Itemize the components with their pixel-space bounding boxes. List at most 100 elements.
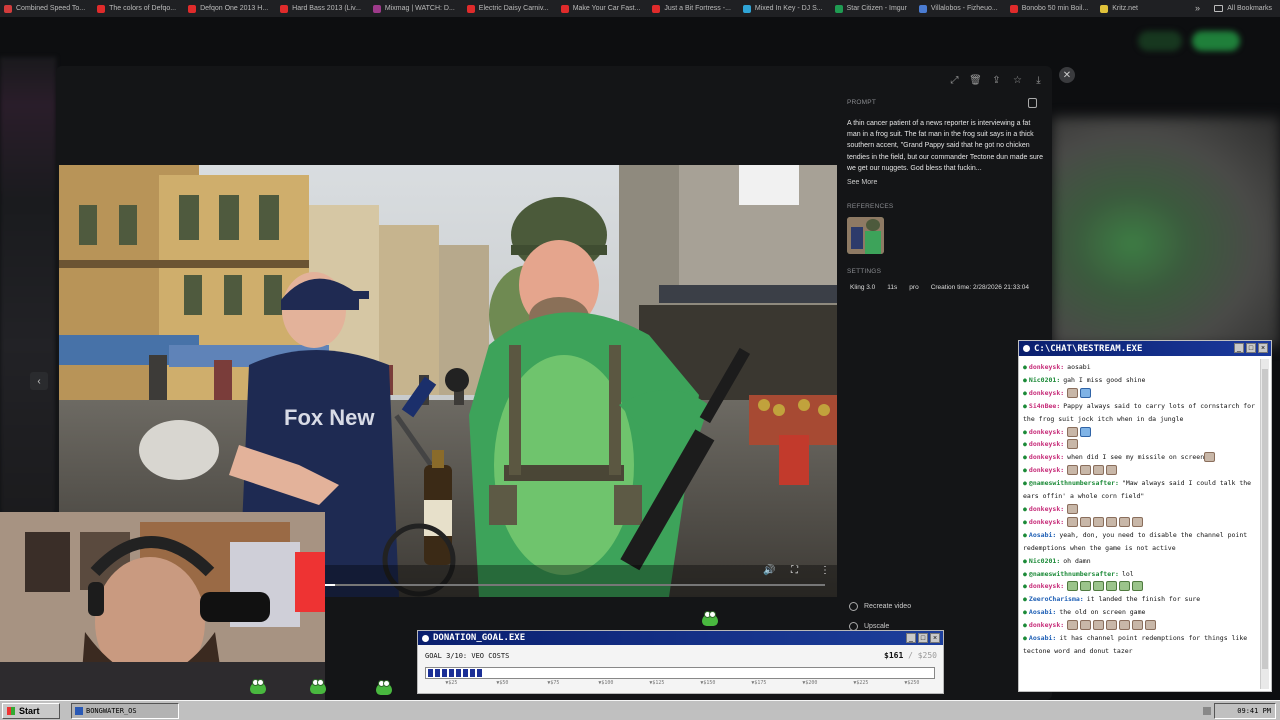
app-icon xyxy=(75,707,83,715)
chat-username[interactable]: donkeysk: xyxy=(1029,363,1064,371)
emote-icon xyxy=(1106,581,1118,592)
copy-icon[interactable] xyxy=(1028,98,1037,108)
bookmarks-overflow-icon[interactable]: » xyxy=(1195,3,1200,13)
start-label: Start xyxy=(19,706,40,716)
donation-tick-label: ▼$200 xyxy=(802,680,818,686)
chat-username[interactable]: Aosabi: xyxy=(1029,531,1056,539)
bookmark-label: Defqon One 2013 H... xyxy=(200,5,269,12)
donation-progress-bar xyxy=(425,667,935,679)
bookmark-item[interactable]: Villalobos - Fizheuo... xyxy=(918,4,998,13)
share-icon[interactable]: ⇪ xyxy=(990,74,1003,87)
bookmark-favicon-icon xyxy=(280,4,289,13)
background-sidebar xyxy=(0,57,56,537)
fullscreen-icon[interactable]: ⛶ xyxy=(791,565,798,576)
all-bookmarks-button[interactable]: All Bookmarks xyxy=(1214,0,1272,17)
start-button[interactable]: Start xyxy=(2,703,60,719)
chat-message: ● Nic0201: oh damn xyxy=(1023,555,1259,568)
chat-username[interactable]: donkeysk: xyxy=(1029,440,1064,448)
chat-message: ● donkeysk: xyxy=(1023,426,1259,439)
emote-icon xyxy=(1145,620,1157,631)
badge-icon: ● xyxy=(1023,388,1027,397)
close-button[interactable]: × xyxy=(930,633,940,643)
badge-icon: ● xyxy=(1023,479,1027,488)
emote-icon xyxy=(1093,581,1105,592)
trash-icon[interactable]: 🗑 xyxy=(969,74,982,87)
bookmark-item[interactable]: Star Citizen - Imgur xyxy=(834,4,907,13)
chat-username[interactable]: donkeysk: xyxy=(1029,428,1064,436)
bookmark-favicon-icon xyxy=(4,4,12,13)
chat-username[interactable]: donkeysk: xyxy=(1029,518,1064,526)
minimize-button[interactable]: _ xyxy=(906,633,916,643)
chat-username[interactable]: ZeeroCharisma: xyxy=(1029,595,1084,603)
video-progress-bar[interactable] xyxy=(325,584,825,586)
setting-mode: pro xyxy=(909,284,919,291)
taskbar-app-label: BONGWATER_OS xyxy=(86,707,137,715)
video-progress-fill xyxy=(325,584,335,586)
bookmark-item[interactable]: Mixed In Key - DJ S... xyxy=(742,4,823,13)
bookmark-item[interactable]: Kritz.net xyxy=(1100,4,1138,13)
chat-message: ● donkeysk: xyxy=(1023,580,1259,593)
bookmark-item[interactable]: Combined Speed To... xyxy=(4,4,85,13)
bookmark-item[interactable]: Bonobo 50 min Boil... xyxy=(1009,4,1088,13)
previous-arrow-button[interactable]: ‹ xyxy=(30,372,48,390)
chat-username[interactable]: donkeysk: xyxy=(1029,466,1064,474)
progress-segment xyxy=(449,669,454,677)
chat-username[interactable]: donkeysk: xyxy=(1029,389,1064,397)
emote-icon xyxy=(1067,465,1079,476)
download-icon[interactable]: ⤓ xyxy=(1032,74,1045,87)
badge-icon: ● xyxy=(1023,517,1027,526)
bookmark-favicon-icon xyxy=(834,4,843,13)
badge-icon: ● xyxy=(1023,375,1027,384)
more-options-icon[interactable]: ⋮ xyxy=(820,565,830,576)
bookmark-item[interactable]: The colors of Defqo... xyxy=(97,4,177,13)
bookmark-item[interactable]: Make Your Car Fast... xyxy=(560,4,640,13)
bookmark-item[interactable]: Mixmag | WATCH: D... xyxy=(372,4,455,13)
emote-icon xyxy=(1067,426,1079,437)
see-more-link[interactable]: See More xyxy=(847,179,877,186)
expand-icon[interactable]: ⤢ xyxy=(948,74,961,87)
emote-icon xyxy=(1080,426,1092,437)
maximize-button[interactable]: □ xyxy=(1246,343,1256,353)
bookmark-item[interactable]: Electric Daisy Carniv... xyxy=(466,4,549,13)
chat-username[interactable]: @nameswithnumbersafter: xyxy=(1029,570,1119,578)
maximize-button[interactable]: □ xyxy=(918,633,928,643)
progress-segment xyxy=(435,669,440,677)
chat-username[interactable]: donkeysk: xyxy=(1029,453,1064,461)
all-bookmarks-label: All Bookmarks xyxy=(1227,5,1272,12)
background-header xyxy=(900,29,1260,53)
star-icon[interactable]: ☆ xyxy=(1011,74,1024,87)
chat-username[interactable]: donkeysk: xyxy=(1029,582,1064,590)
donation-window-controls: _ □ × xyxy=(906,633,940,643)
taskbar-app-button[interactable]: BONGWATER_OS xyxy=(71,703,179,719)
close-modal-button[interactable]: ✕ xyxy=(1059,67,1075,83)
chat-message-text: the old on screen game xyxy=(1059,608,1146,617)
chat-username[interactable]: donkeysk: xyxy=(1029,621,1064,629)
chat-username[interactable]: Nic0201: xyxy=(1029,557,1060,565)
emote-icon xyxy=(1067,620,1079,631)
minimize-button[interactable]: _ xyxy=(1234,343,1244,353)
close-button[interactable]: × xyxy=(1258,343,1268,353)
volume-icon[interactable]: 🔊 xyxy=(763,565,775,576)
chat-username[interactable]: Nic0201: xyxy=(1029,376,1060,384)
chat-username[interactable]: Aosabi: xyxy=(1029,608,1056,616)
bookmark-favicon-icon xyxy=(652,4,661,13)
scrollbar-thumb[interactable] xyxy=(1262,369,1268,669)
bookmark-item[interactable]: Hard Bass 2013 (Liv... xyxy=(280,4,361,13)
settings-chips: Kling 3.0 11s pro Creation time: 2/28/20… xyxy=(847,282,1032,293)
chat-username[interactable]: donkeysk: xyxy=(1029,505,1064,513)
chat-scrollbar[interactable] xyxy=(1260,359,1269,689)
chat-username[interactable]: Aosabi: xyxy=(1029,634,1056,642)
bookmark-label: The colors of Defqo... xyxy=(109,5,177,12)
emote-icon xyxy=(1080,620,1092,631)
bookmark-item[interactable]: Defqon One 2013 H... xyxy=(188,4,269,13)
recreate-video-button[interactable]: Recreate video xyxy=(849,602,911,611)
window-icon xyxy=(1023,345,1030,352)
badge-icon: ● xyxy=(1023,504,1027,513)
chat-username[interactable]: @nameswithnumbersafter: xyxy=(1029,479,1119,487)
bookmark-item[interactable]: Just a Bit Fortress -... xyxy=(652,4,731,13)
donation-title-bar[interactable]: DONATION_GOAL.EXE xyxy=(418,631,943,645)
chat-username[interactable]: Si4nBee: xyxy=(1029,402,1060,410)
modal-toolbar: ⤢ 🗑 ⇪ ☆ ⤓ xyxy=(948,74,1045,87)
frog-sprite xyxy=(310,679,326,694)
reference-thumbnail[interactable] xyxy=(847,217,884,254)
